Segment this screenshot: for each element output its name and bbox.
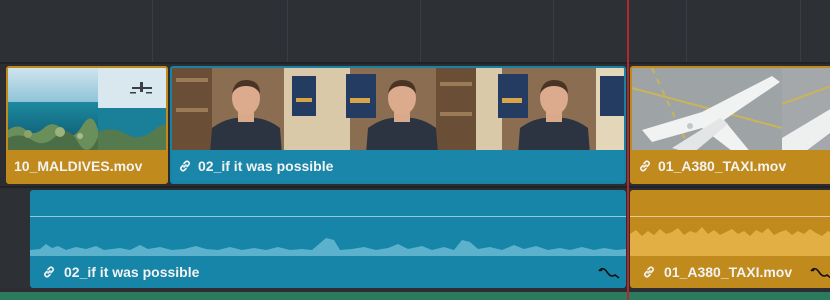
grid-line xyxy=(800,0,801,62)
link-icon xyxy=(643,266,655,278)
track-separator xyxy=(0,62,830,64)
clip-thumbnails xyxy=(8,68,166,154)
audio-clip-interview[interactable]: 02_if it was possible xyxy=(30,190,626,288)
timeline[interactable]: 10_MALDIVES.mov 02_if it was possible 01… xyxy=(0,0,830,300)
clip-name-bar: 01_A380_TAXI.mov xyxy=(632,150,830,182)
audio-waveform xyxy=(30,238,626,256)
clip-name-bar: 02_if it was possible xyxy=(172,150,624,182)
thumbnail-airplane xyxy=(782,68,830,154)
fx-curve-icon[interactable] xyxy=(810,266,830,280)
thumbnail-airplane xyxy=(632,68,782,154)
thumbnail-interview xyxy=(324,68,476,154)
empty-video-track[interactable] xyxy=(0,0,830,62)
thumbnail-interview xyxy=(476,68,624,154)
audio-waveform xyxy=(630,227,830,256)
clip-name: 02_if it was possible xyxy=(64,264,200,280)
video-clip-interview[interactable]: 02_if it was possible xyxy=(170,66,626,184)
thumbnail-seaplane xyxy=(98,68,166,154)
clip-name: 10_MALDIVES.mov xyxy=(14,158,143,174)
fx-curve-icon[interactable] xyxy=(598,266,620,280)
grid-line xyxy=(686,0,687,62)
grid-line xyxy=(152,0,153,62)
track-separator xyxy=(0,186,830,188)
clip-name-bar: 10_MALDIVES.mov xyxy=(8,150,166,182)
link-icon xyxy=(179,160,191,172)
lower-track[interactable] xyxy=(0,292,830,300)
clip-thumbnails xyxy=(172,68,624,154)
video-clip-a380-taxi[interactable]: 01_A380_TAXI.mov xyxy=(630,66,830,184)
clip-name-bar: 01_A380_TAXI.mov xyxy=(630,256,830,288)
audio-clip-a380-taxi[interactable]: 01_A380_TAXI.mov xyxy=(630,190,830,288)
clip-thumbnails xyxy=(632,68,830,154)
clip-name: 01_A380_TAXI.mov xyxy=(664,264,793,280)
clip-name-bar: 02_if it was possible xyxy=(30,256,626,288)
clip-name: 02_if it was possible xyxy=(198,158,334,174)
clip-name: 01_A380_TAXI.mov xyxy=(658,158,787,174)
grid-line xyxy=(553,0,554,62)
grid-line xyxy=(287,0,288,62)
playhead[interactable] xyxy=(627,0,629,300)
thumbnail-ocean-reef xyxy=(8,68,98,154)
grid-line xyxy=(420,0,421,62)
video-clip-maldives[interactable]: 10_MALDIVES.mov xyxy=(6,66,168,184)
thumbnail-interview xyxy=(172,68,324,154)
link-icon xyxy=(43,266,55,278)
empty-audio-track[interactable] xyxy=(0,190,30,288)
link-icon xyxy=(639,160,651,172)
